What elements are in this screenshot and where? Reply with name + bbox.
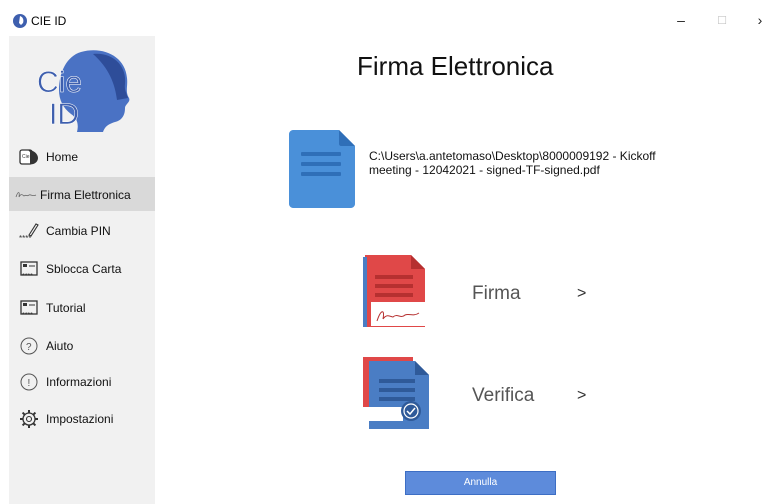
cie-card-icon: Cie <box>19 149 38 165</box>
unlock-card-icon: **** <box>20 261 38 279</box>
sign-action-label: Firma <box>472 283 521 304</box>
page-title: Firma Elettronica <box>357 51 554 81</box>
sidebar-item-sblocca-carta[interactable]: **** Sblocca Carta <box>9 251 155 285</box>
cie-id-logo: Cie ID <box>37 50 130 133</box>
svg-text:Cie: Cie <box>22 154 30 160</box>
help-icon: ? <box>20 337 38 355</box>
file-path: C:\Users\a.antetomaso\Desktop\8000009192… <box>369 149 656 177</box>
sidebar-item-firma-elettronica[interactable]: Firma Elettronica <box>9 177 155 211</box>
sidebar: Cie ID Cie Home Firma Elettronica **** C… <box>9 36 155 504</box>
verify-action[interactable]: Verifica > <box>363 357 663 437</box>
title-bar: CIE ID – □ › <box>0 0 766 36</box>
document-icon <box>289 130 355 208</box>
svg-text:!: ! <box>28 378 31 389</box>
sidebar-item-label: Tutorial <box>46 301 86 315</box>
signature-icon <box>15 192 37 198</box>
sidebar-item-aiuto[interactable]: ? Aiuto <box>9 328 155 362</box>
sidebar-item-label: Aiuto <box>46 339 74 353</box>
cie-app-icon <box>13 14 27 28</box>
sidebar-item-label: Informazioni <box>46 375 112 389</box>
sidebar-item-home[interactable]: Cie Home <box>9 139 155 173</box>
sidebar-item-label: Cambia PIN <box>46 224 111 238</box>
verify-document-icon <box>363 357 429 429</box>
sign-action[interactable]: Firma > <box>363 255 663 335</box>
sidebar-item-tutorial[interactable]: **** Tutorial <box>9 290 155 324</box>
sidebar-item-label: Home <box>46 150 79 164</box>
tutorial-icon: **** <box>20 300 38 318</box>
svg-text:****: **** <box>22 273 33 279</box>
sidebar-item-label: Impostazioni <box>46 412 114 426</box>
info-icon: ! <box>20 373 38 391</box>
svg-text:Cie: Cie <box>37 66 82 99</box>
maximize-button[interactable]: □ <box>711 10 733 30</box>
sidebar-item-impostazioni[interactable]: Impostazioni <box>9 401 155 435</box>
sidebar-item-informazioni[interactable]: ! Informazioni <box>9 364 155 398</box>
sign-document-icon <box>363 255 425 327</box>
minimize-button[interactable]: – <box>670 10 692 30</box>
window-title: CIE ID <box>31 14 67 28</box>
chevron-right-icon: > <box>577 387 587 404</box>
svg-text:****: **** <box>19 234 31 241</box>
svg-text:?: ? <box>26 342 32 353</box>
sidebar-item-label: Firma Elettronica <box>40 188 131 202</box>
close-button[interactable]: › <box>749 10 766 30</box>
chevron-right-icon: > <box>577 285 587 302</box>
svg-text:****: **** <box>22 312 33 318</box>
svg-text:ID: ID <box>49 98 79 131</box>
cancel-button[interactable]: Annulla <box>405 471 556 495</box>
sidebar-item-cambia-pin[interactable]: **** Cambia PIN <box>9 213 155 247</box>
verify-action-label: Verifica <box>472 385 535 406</box>
gear-icon <box>20 410 38 428</box>
sidebar-item-label: Sblocca Carta <box>46 262 122 276</box>
pen-pin-icon: **** <box>19 223 39 241</box>
